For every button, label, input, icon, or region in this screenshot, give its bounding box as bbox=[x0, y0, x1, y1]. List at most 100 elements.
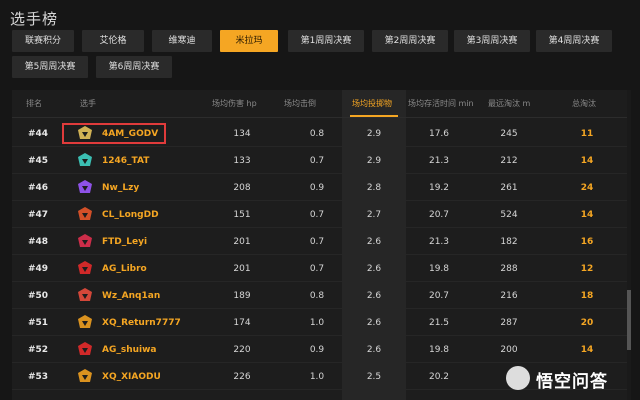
tab-week1-final[interactable]: 第1周周决赛 bbox=[288, 30, 364, 52]
xq-logo-icon bbox=[76, 314, 94, 330]
table-header: 排名 选手 场均伤害 hp 场均击倒 场均投掷物 场均存活时间 min 最远淘汰… bbox=[12, 90, 628, 118]
cell-damage: 151 bbox=[233, 210, 251, 220]
cell-kills: 12 bbox=[580, 264, 594, 274]
cell-player-name[interactable]: XQ_XIAODU bbox=[102, 372, 161, 382]
table-row[interactable]: #50 Wz_Anq1an 189 0.8 2.6 20.7 216 18 bbox=[12, 282, 628, 309]
cell-throwables: 2.6 bbox=[366, 291, 382, 301]
cell-rank: #51 bbox=[28, 318, 49, 328]
cell-player-name[interactable]: XQ_Return7777 bbox=[102, 318, 181, 328]
cell-longest: 261 bbox=[500, 183, 518, 193]
cell-survival: 20.7 bbox=[428, 210, 450, 220]
table-row[interactable]: #49 AG_Libro 201 0.7 2.6 19.8 288 12 bbox=[12, 255, 628, 282]
cell-knocks: 0.7 bbox=[309, 237, 325, 247]
cell-player-name[interactable]: FTD_Leyi bbox=[102, 237, 147, 247]
header-longest[interactable]: 最远淘汰 m bbox=[488, 98, 530, 109]
cell-knocks: 0.8 bbox=[309, 129, 325, 139]
cell-throwables: 2.9 bbox=[366, 129, 382, 139]
table-row[interactable]: #46 Nw_Lzy 208 0.9 2.8 19.2 261 24 bbox=[12, 174, 628, 201]
header-damage[interactable]: 场均伤害 hp bbox=[212, 98, 257, 109]
cell-kills: 20 bbox=[580, 318, 594, 328]
cell-throwables: 2.6 bbox=[366, 237, 382, 247]
cell-damage: 189 bbox=[233, 291, 251, 301]
nw-logo-icon bbox=[76, 179, 94, 195]
cell-kills: 18 bbox=[580, 291, 594, 301]
cell-knocks: 1.0 bbox=[309, 372, 325, 382]
cell-survival: 20.2 bbox=[428, 372, 450, 382]
table-row[interactable]: #51 XQ_Return7777 174 1.0 2.6 21.5 287 20 bbox=[12, 309, 628, 336]
cell-rank: #47 bbox=[28, 210, 49, 220]
header-survival[interactable]: 场均存活时间 min bbox=[408, 98, 474, 109]
page-title: 选手榜 bbox=[10, 10, 59, 28]
header-throwables[interactable]: 场均投掷物 bbox=[352, 98, 392, 109]
cell-rank: #49 bbox=[28, 264, 49, 274]
tab-week6-final[interactable]: 第6周周决赛 bbox=[96, 56, 172, 78]
cell-rank: #48 bbox=[28, 237, 49, 247]
cell-knocks: 1.0 bbox=[309, 318, 325, 328]
scrollbar[interactable] bbox=[627, 90, 631, 400]
cell-survival: 21.5 bbox=[428, 318, 450, 328]
cell-player-name[interactable]: Nw_Lzy bbox=[102, 183, 139, 193]
cell-throwables: 2.9 bbox=[366, 156, 382, 166]
cell-rank: #45 bbox=[28, 156, 49, 166]
cell-kills: 24 bbox=[580, 183, 594, 193]
cell-player-name[interactable]: CL_LongDD bbox=[102, 210, 159, 220]
cell-damage: 201 bbox=[233, 237, 251, 247]
tab-week4-final[interactable]: 第4周周决赛 bbox=[536, 30, 612, 52]
cell-rank: #44 bbox=[28, 129, 49, 139]
table-row[interactable]: #47 CL_LongDD 151 0.7 2.7 20.7 524 14 bbox=[12, 201, 628, 228]
cell-longest: 212 bbox=[500, 156, 518, 166]
cell-damage: 201 bbox=[233, 264, 251, 274]
cell-survival: 19.8 bbox=[428, 345, 450, 355]
tab-week3-final[interactable]: 第3周周决赛 bbox=[454, 30, 530, 52]
table-row[interactable]: #52 AG_shuiwa 220 0.9 2.6 19.8 200 14 bbox=[12, 336, 628, 363]
tab-week5-final[interactable]: 第5周周决赛 bbox=[12, 56, 88, 78]
cell-damage: 208 bbox=[233, 183, 251, 193]
cell-rank: #46 bbox=[28, 183, 49, 193]
table-row[interactable]: #45 1246_TAT 133 0.7 2.9 21.3 212 14 bbox=[12, 147, 628, 174]
tab-week2-final[interactable]: 第2周周决赛 bbox=[372, 30, 448, 52]
cell-survival: 21.3 bbox=[428, 237, 450, 247]
cell-survival: 19.2 bbox=[428, 183, 450, 193]
header-player[interactable]: 选手 bbox=[80, 98, 96, 109]
ag-logo-icon bbox=[76, 260, 94, 276]
cell-player-name[interactable]: AG_Libro bbox=[102, 264, 147, 274]
header-rank[interactable]: 排名 bbox=[26, 98, 42, 109]
cell-knocks: 0.7 bbox=[309, 156, 325, 166]
scroll-thumb[interactable] bbox=[627, 290, 631, 350]
cell-player-name[interactable]: AG_shuiwa bbox=[102, 345, 157, 355]
cell-throwables: 2.5 bbox=[366, 372, 382, 382]
watermark-text: 悟空问答 bbox=[536, 372, 608, 392]
sort-indicator bbox=[350, 115, 398, 117]
tab-vikendi[interactable]: 维寒迪 bbox=[152, 30, 212, 52]
xq-logo-icon bbox=[76, 368, 94, 384]
cell-survival: 20.7 bbox=[428, 291, 450, 301]
header-kills[interactable]: 总淘汰 bbox=[572, 98, 596, 109]
cell-knocks: 0.7 bbox=[309, 210, 325, 220]
cell-kills: 14 bbox=[580, 345, 594, 355]
ag-logo-icon bbox=[76, 341, 94, 357]
cell-longest: 524 bbox=[500, 210, 518, 220]
cell-longest: 245 bbox=[500, 129, 518, 139]
cell-damage: 133 bbox=[233, 156, 251, 166]
1246-logo-icon bbox=[76, 152, 94, 168]
tab-erangel[interactable]: 艾伦格 bbox=[82, 30, 144, 52]
cell-longest: 182 bbox=[500, 237, 518, 247]
cell-damage: 220 bbox=[233, 345, 251, 355]
cell-player-name[interactable]: 1246_TAT bbox=[102, 156, 149, 166]
cell-longest: 288 bbox=[500, 264, 518, 274]
header-knocks[interactable]: 场均击倒 bbox=[284, 98, 316, 109]
table-row[interactable]: #48 FTD_Leyi 201 0.7 2.6 21.3 182 16 bbox=[12, 228, 628, 255]
cell-throwables: 2.8 bbox=[366, 183, 382, 193]
cell-damage: 174 bbox=[233, 318, 251, 328]
cell-kills: 14 bbox=[580, 156, 594, 166]
cell-survival: 19.8 bbox=[428, 264, 450, 274]
cell-survival: 21.3 bbox=[428, 156, 450, 166]
watermark-logo-icon bbox=[506, 366, 530, 390]
tab-league-points[interactable]: 联赛积分 bbox=[12, 30, 74, 52]
cell-player-name[interactable]: Wz_Anq1an bbox=[102, 291, 160, 301]
tab-miramar[interactable]: 米拉玛 bbox=[220, 30, 278, 52]
watermark: 悟空问答 bbox=[506, 364, 636, 394]
cell-rank: #53 bbox=[28, 372, 49, 382]
cell-throwables: 2.6 bbox=[366, 264, 382, 274]
cell-throwables: 2.6 bbox=[366, 345, 382, 355]
